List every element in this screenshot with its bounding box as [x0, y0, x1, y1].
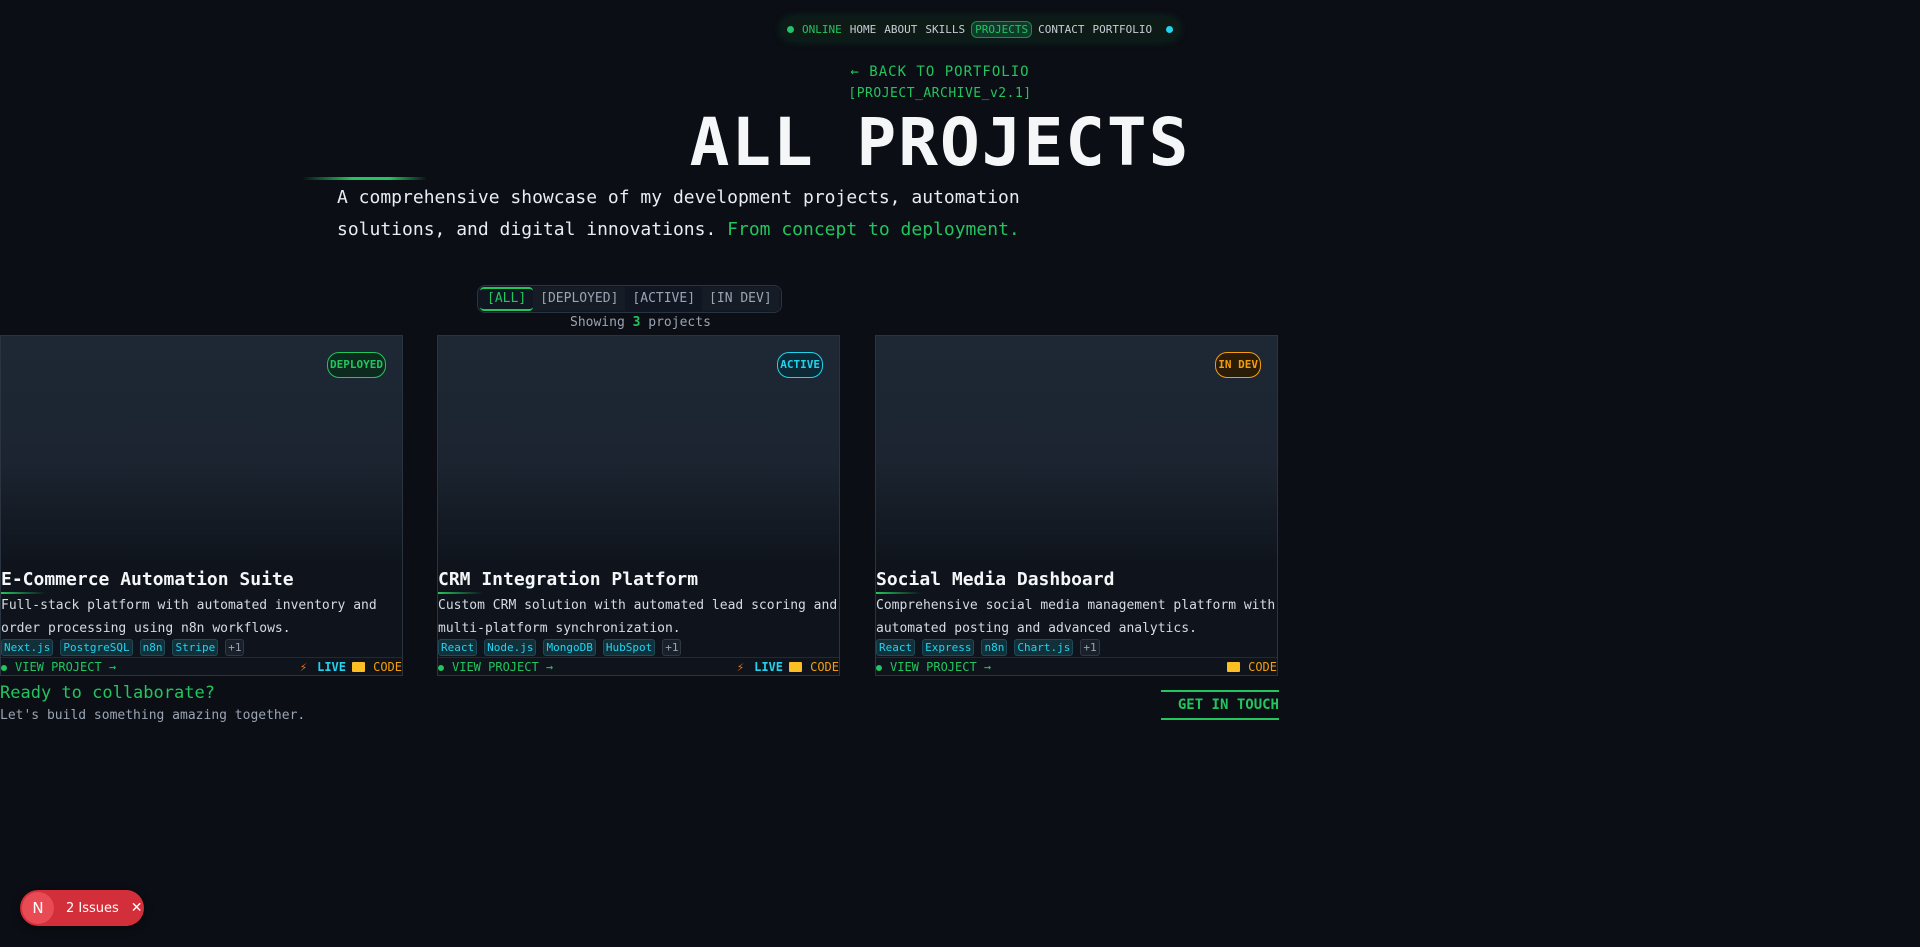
tech-tag: Stripe	[172, 639, 219, 656]
nav-item-about[interactable]: ABOUT	[882, 21, 919, 38]
view-project-link[interactable]: VIEW PROJECT →	[438, 660, 553, 674]
folder-icon	[789, 662, 803, 672]
code-link[interactable]: CODE	[789, 660, 839, 674]
get-in-touch-button[interactable]: GET IN TOUCH	[1161, 690, 1279, 720]
issues-label: 2 Issues	[66, 900, 119, 916]
n-logo-icon: N	[22, 892, 54, 924]
nav-item-contact[interactable]: CONTACT	[1036, 21, 1086, 38]
code-link[interactable]: CODE	[352, 660, 402, 674]
tech-tags: React Node.js MongoDB HubSpot +1	[438, 639, 682, 656]
tech-tags: React Express n8n Chart.js +1	[876, 639, 1100, 656]
online-status-label: ONLINE	[802, 22, 842, 36]
tech-tag: Chart.js	[1014, 639, 1074, 656]
tech-tag: HubSpot	[602, 639, 656, 656]
card-footer: VIEW PROJECT → CODE	[876, 657, 1277, 677]
folder-icon	[352, 662, 366, 672]
tech-tag: PostgreSQL	[60, 639, 133, 656]
live-link[interactable]: ⚡ LIVE	[737, 660, 783, 674]
tech-tag: React	[438, 639, 478, 656]
more-tags-badge: +1	[1080, 639, 1100, 656]
project-title[interactable]: Social Media Dashboard	[876, 564, 1114, 591]
project-card[interactable]: ACTIVE CRM Integration Platform Custom C…	[437, 335, 840, 676]
page-description: A comprehensive showcase of my developme…	[337, 182, 1077, 246]
project-description: Comprehensive social media management pl…	[876, 598, 1276, 636]
filter-deployed[interactable]: [DEPLOYED]	[533, 287, 626, 311]
project-description: Full-stack platform with automated inven…	[1, 598, 377, 636]
project-title[interactable]: CRM Integration Platform	[438, 564, 698, 591]
collaborate-heading: Ready to collaborate?	[0, 683, 215, 703]
code-link[interactable]: CODE	[1227, 660, 1277, 674]
online-status-dot	[787, 25, 794, 33]
lightning-icon: ⚡	[736, 660, 745, 674]
back-to-portfolio-link[interactable]: ← BACK TO PORTFOLIO	[0, 64, 1880, 80]
view-project-link[interactable]: VIEW PROJECT →	[1, 660, 116, 674]
status-badge: IN DEV	[1215, 352, 1261, 378]
description-highlight: From concept to deployment.	[727, 219, 1020, 240]
dot-icon	[876, 664, 882, 671]
lightning-icon: ⚡	[299, 660, 308, 674]
filter-tabs: [ALL] [DEPLOYED] [ACTIVE] [IN DEV]	[477, 285, 782, 313]
nav-item-projects[interactable]: PROJECTS	[971, 20, 1033, 38]
nav-item-skills[interactable]: SKILLS	[923, 21, 967, 38]
project-description: Custom CRM solution with automated lead …	[438, 598, 838, 636]
project-title[interactable]: E-Commerce Automation Suite	[1, 564, 294, 591]
archive-tag: [PROJECT_ARCHIVE_v2.1]	[848, 86, 1032, 101]
tech-tags: Next.js PostgreSQL n8n Stripe +1	[1, 639, 245, 656]
filter-active[interactable]: [ACTIVE]	[625, 287, 702, 311]
card-footer: VIEW PROJECT → ⚡ LIVE CODE	[438, 657, 839, 677]
tech-tag: n8n	[139, 639, 166, 656]
status-indicator-dot	[1166, 25, 1174, 33]
status-badge: ACTIVE	[777, 352, 823, 378]
filter-in-dev[interactable]: [IN DEV]	[702, 287, 779, 311]
page-title: ALL PROJECTS	[689, 104, 1191, 181]
more-tags-badge: +1	[225, 639, 245, 656]
nav-item-home[interactable]: HOME	[848, 21, 879, 38]
collaborate-subtitle: Let's build something amazing together.	[0, 708, 306, 723]
dot-icon	[1, 664, 7, 671]
issues-badge[interactable]: N 2 Issues ✕	[20, 890, 144, 926]
dot-icon	[438, 664, 444, 671]
nav-item-portfolio[interactable]: PORTFOLIO	[1090, 21, 1154, 38]
top-nav: ONLINE HOME ABOUT SKILLS PROJECTS CONTAC…	[781, 18, 1180, 40]
tech-tag: Express	[922, 639, 975, 656]
tech-tag: Node.js	[484, 639, 537, 656]
decorative-accent-line	[302, 177, 427, 180]
project-card[interactable]: IN DEV Social Media Dashboard Comprehens…	[875, 335, 1278, 676]
live-link[interactable]: ⚡ LIVE	[300, 660, 346, 674]
tech-tag: n8n	[981, 639, 1008, 656]
more-tags-badge: +1	[662, 639, 682, 656]
close-icon[interactable]: ✕	[131, 900, 143, 916]
status-badge: DEPLOYED	[327, 352, 386, 378]
filter-all[interactable]: [ALL]	[480, 287, 534, 311]
folder-icon	[1227, 662, 1241, 672]
view-project-link[interactable]: VIEW PROJECT →	[876, 660, 991, 674]
tech-tag: Next.js	[1, 639, 54, 656]
project-count: Showing 3 projects	[570, 315, 711, 330]
tech-tag: React	[876, 639, 916, 656]
tech-tag: MongoDB	[543, 639, 596, 656]
card-footer: VIEW PROJECT → ⚡ LIVE CODE	[1, 657, 402, 677]
project-card[interactable]: DEPLOYED E-Commerce Automation Suite Ful…	[0, 335, 403, 676]
